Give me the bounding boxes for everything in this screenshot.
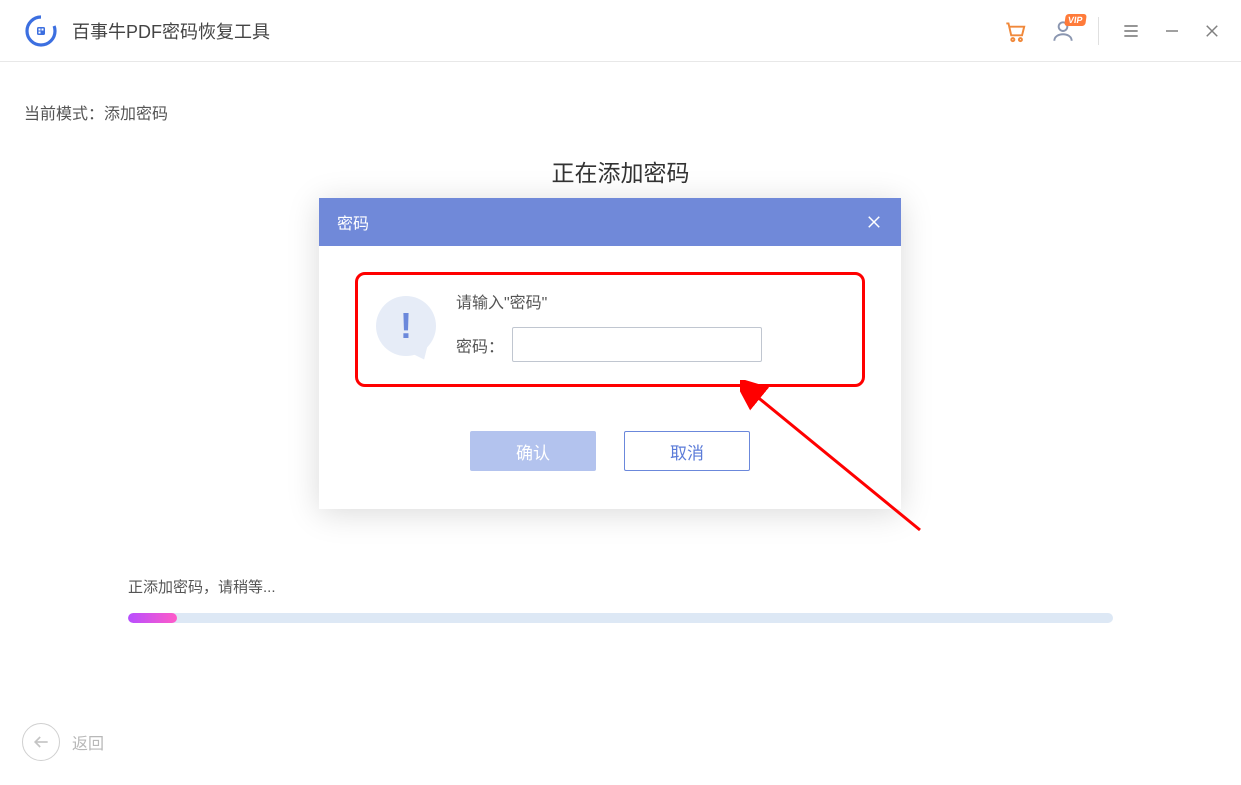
content-area: 当前模式：添加密码 正在添加密码 (0, 62, 1241, 188)
password-input-label: 密码： (456, 333, 504, 357)
app-title: 百事牛PDF密码恢复工具 (72, 18, 270, 44)
back-arrow-icon (22, 723, 60, 761)
titlebar-separator (1098, 17, 1099, 45)
info-icon: ! (376, 296, 436, 356)
dialog-body: ! 请输入"密码" 密码： 确认 取消 (319, 246, 901, 509)
prompt-text: 请输入"密码" (456, 289, 844, 313)
password-dialog: 密码 ! 请输入"密码" 密码： 确认 取消 (319, 198, 901, 509)
mode-value: 添加密码 (104, 106, 168, 123)
user-icon[interactable]: VIP (1050, 18, 1076, 44)
titlebar-left: 百事牛PDF密码恢复工具 (24, 14, 270, 48)
progress-bar (128, 613, 1113, 623)
dialog-title: 密码 (337, 210, 369, 234)
close-icon[interactable] (1203, 22, 1221, 40)
dialog-close-icon[interactable] (865, 213, 883, 231)
mode-line: 当前模式：添加密码 (24, 100, 1217, 124)
mode-prefix: 当前模式： (24, 106, 104, 123)
app-logo-icon (24, 14, 58, 48)
highlight-box: ! 请输入"密码" 密码： (355, 272, 865, 387)
password-input[interactable] (512, 327, 762, 362)
input-row: 密码： (456, 327, 844, 362)
menu-icon[interactable] (1121, 21, 1141, 41)
progress-text: 正添加密码，请稍等... (128, 576, 1113, 597)
titlebar-right: VIP (1002, 17, 1221, 45)
vip-badge: VIP (1065, 14, 1087, 26)
cart-icon[interactable] (1002, 18, 1028, 44)
cancel-button[interactable]: 取消 (624, 431, 750, 471)
back-label: 返回 (72, 730, 104, 754)
dialog-header: 密码 (319, 198, 901, 246)
back-button[interactable]: 返回 (22, 723, 104, 761)
minimize-icon[interactable] (1163, 22, 1181, 40)
input-column: 请输入"密码" 密码： (456, 289, 844, 362)
main-heading: 正在添加密码 (24, 154, 1217, 188)
confirm-button[interactable]: 确认 (470, 431, 596, 471)
title-bar: 百事牛PDF密码恢复工具 VIP (0, 0, 1241, 62)
progress-area: 正添加密码，请稍等... (128, 576, 1113, 623)
progress-fill (128, 613, 177, 623)
dialog-buttons: 确认 取消 (355, 431, 865, 471)
